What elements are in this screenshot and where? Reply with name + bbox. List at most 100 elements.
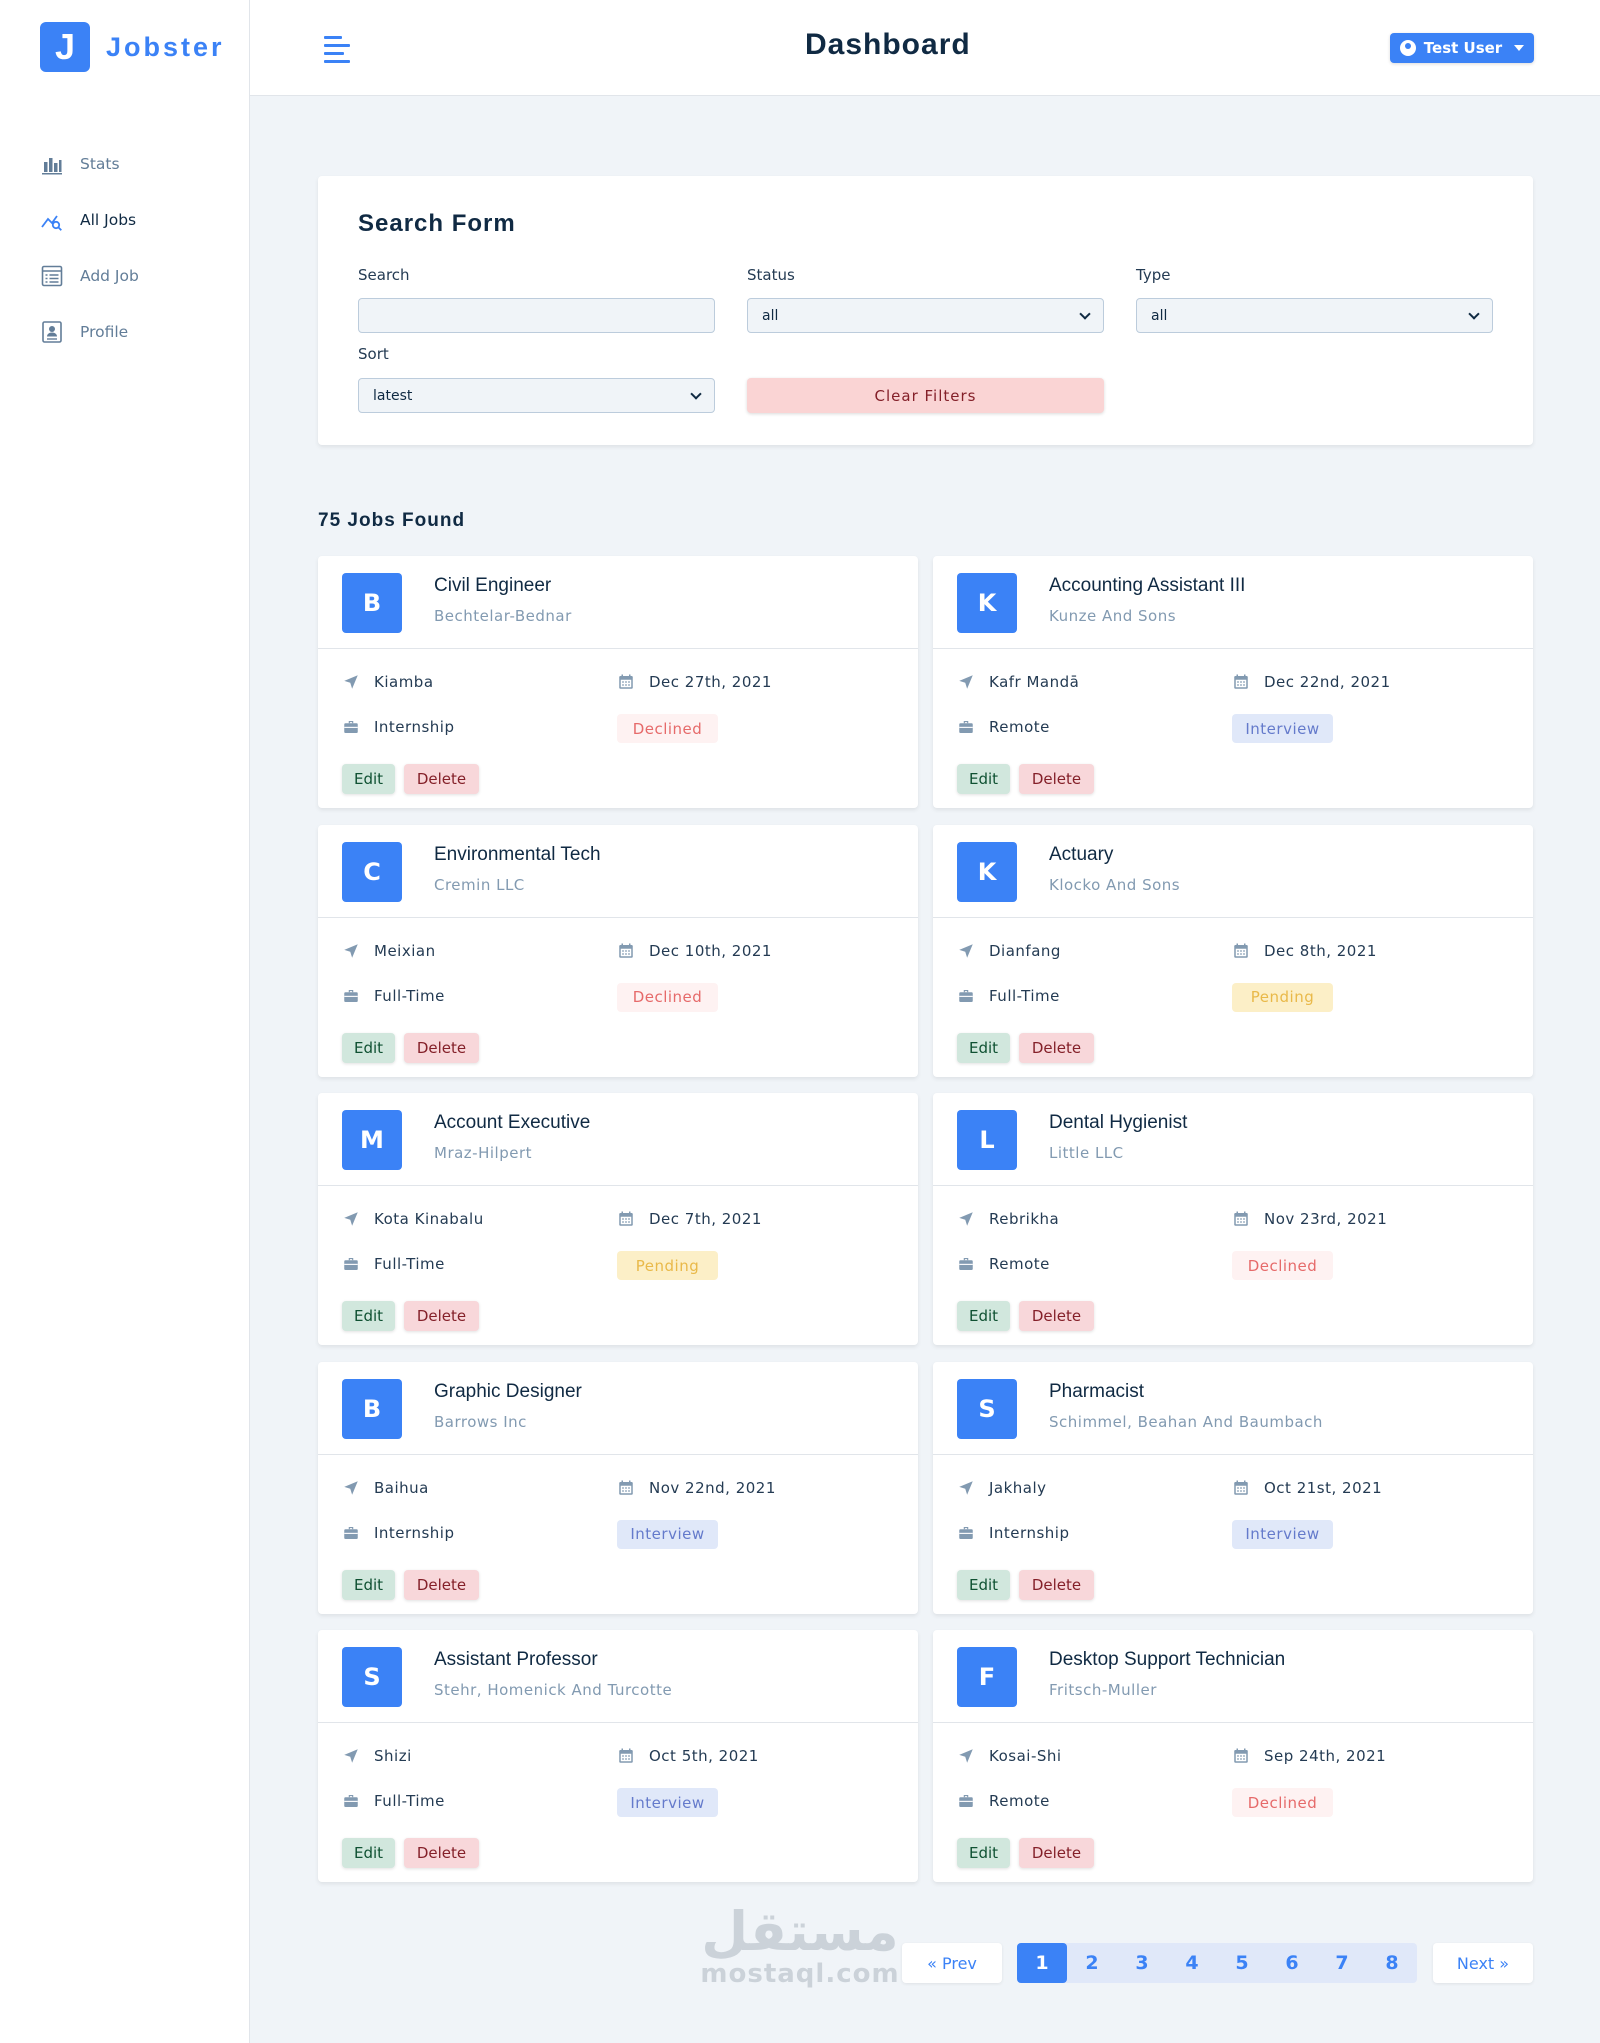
edit-button[interactable]: Edit xyxy=(957,1301,1010,1331)
delete-button[interactable]: Delete xyxy=(1019,1838,1094,1868)
status-label: Status xyxy=(747,266,795,284)
briefcase-icon xyxy=(344,721,358,733)
job-location-text: Kiamba xyxy=(374,673,434,691)
edit-button[interactable]: Edit xyxy=(342,1569,395,1600)
job-type-text: Internship xyxy=(374,718,455,736)
job-type: Remote xyxy=(957,718,1050,736)
page-button[interactable]: 5 xyxy=(1217,1943,1267,1983)
job-date-text: Nov 23rd, 2021 xyxy=(1264,1210,1388,1228)
sidebar-item-stats[interactable]: Stats xyxy=(40,136,139,192)
job-date: Nov 22nd, 2021 xyxy=(617,1479,776,1497)
logo[interactable]: J Jobster xyxy=(40,22,225,72)
briefcase-icon xyxy=(959,1795,973,1807)
job-avatar: M xyxy=(342,1110,402,1170)
job-location-text: Baihua xyxy=(374,1478,429,1497)
location-arrow-icon xyxy=(344,943,358,958)
sidebar-item-profile[interactable]: Profile xyxy=(40,304,139,360)
page-button[interactable]: 4 xyxy=(1167,1943,1217,1983)
delete-button[interactable]: Delete xyxy=(404,1569,479,1600)
page-button[interactable]: 6 xyxy=(1267,1943,1317,1983)
delete-button[interactable]: Delete xyxy=(1019,1569,1094,1600)
job-type-text: Remote xyxy=(989,718,1050,736)
job-type-text: Full-Time xyxy=(374,1792,445,1810)
job-date: Dec 27th, 2021 xyxy=(617,673,772,691)
location-arrow-icon xyxy=(344,675,358,689)
delete-button[interactable]: Delete xyxy=(1019,764,1094,794)
edit-button[interactable]: Edit xyxy=(342,1032,395,1063)
type-select[interactable]: all xyxy=(1136,298,1493,333)
status-badge: Interview xyxy=(617,1519,718,1549)
job-type-text: Full-Time xyxy=(374,1255,445,1273)
status-badge: Declined xyxy=(617,714,718,743)
job-type-text: Remote xyxy=(989,1792,1050,1810)
sidebar-toggle-button[interactable] xyxy=(324,36,352,63)
calendar-icon xyxy=(619,1211,633,1226)
user-name: Test User xyxy=(1423,39,1503,57)
chevron-down-icon xyxy=(690,387,702,400)
job-position: Account Executive xyxy=(434,1112,591,1133)
page-title: Dashboard xyxy=(805,28,971,61)
job-company: Little LLC xyxy=(1049,1144,1124,1162)
briefcase-icon xyxy=(344,1526,358,1539)
job-location: Meixian xyxy=(342,942,436,960)
edit-button[interactable]: Edit xyxy=(342,1301,395,1331)
location-arrow-icon xyxy=(959,943,973,958)
sidebar-item-label: Add Job xyxy=(80,267,139,285)
prev-page-button[interactable]: « Prev xyxy=(902,1943,1002,1983)
page-button[interactable]: 3 xyxy=(1117,1943,1167,1983)
briefcase-icon xyxy=(344,989,358,1002)
search-input[interactable] xyxy=(358,298,715,333)
sidebar-item-add-job[interactable]: Add Job xyxy=(40,248,139,304)
search-form-title: Search Form xyxy=(358,210,516,237)
watermark-arabic: مستقل xyxy=(701,1900,899,1963)
job-position: Graphic Designer xyxy=(434,1380,582,1402)
delete-button[interactable]: Delete xyxy=(404,1301,479,1331)
page-button[interactable]: 7 xyxy=(1317,1943,1367,1983)
job-date-text: Sep 24th, 2021 xyxy=(1264,1747,1387,1765)
delete-button[interactable]: Delete xyxy=(404,1838,479,1868)
status-badge: Pending xyxy=(617,1251,718,1280)
calendar-icon xyxy=(619,1480,633,1495)
delete-button[interactable]: Delete xyxy=(404,1032,479,1063)
edit-button[interactable]: Edit xyxy=(342,1838,395,1868)
job-type-text: Internship xyxy=(374,1523,455,1542)
job-card: C Environmental Tech Cremin LLC Meixian Dec … xyxy=(318,824,918,1077)
job-avatar: L xyxy=(957,1110,1017,1170)
search-label: Search xyxy=(358,266,410,284)
delete-button[interactable]: Delete xyxy=(1019,1032,1094,1063)
status-badge: Declined xyxy=(1232,1251,1333,1280)
page-button[interactable]: 8 xyxy=(1367,1943,1417,1983)
sort-select[interactable]: latest xyxy=(358,378,715,413)
location-arrow-icon xyxy=(959,1480,973,1495)
sidebar-item-all-jobs[interactable]: All Jobs xyxy=(40,192,139,248)
chevron-down-icon xyxy=(1079,307,1091,320)
sidebar-item-label: Stats xyxy=(80,155,120,173)
delete-button[interactable]: Delete xyxy=(404,764,479,794)
job-location-text: Kafr Mandā xyxy=(989,673,1080,691)
job-date: Dec 22nd, 2021 xyxy=(1232,673,1391,691)
user-menu-button[interactable]: Test User xyxy=(1390,33,1534,63)
query-stats-icon xyxy=(41,215,62,231)
job-card: F Desktop Support Technician Fritsch-Mulle… xyxy=(933,1630,1533,1882)
job-avatar: B xyxy=(342,573,402,633)
status-badge: Pending xyxy=(1232,982,1333,1012)
clear-filters-button[interactable]: Clear Filters xyxy=(747,378,1104,413)
edit-button[interactable]: Edit xyxy=(957,1032,1010,1063)
next-page-button[interactable]: Next » xyxy=(1433,1943,1533,1983)
divider xyxy=(318,648,918,649)
calendar-icon xyxy=(619,674,633,689)
edit-button[interactable]: Edit xyxy=(957,1569,1010,1600)
status-select[interactable]: all xyxy=(747,298,1104,333)
location-arrow-icon xyxy=(344,1212,358,1226)
edit-button[interactable]: Edit xyxy=(957,764,1010,794)
page-button[interactable]: 2 xyxy=(1067,1943,1117,1983)
edit-button[interactable]: Edit xyxy=(957,1838,1010,1868)
job-card: B Graphic Designer Barrows Inc Baihua Nov 22… xyxy=(318,1361,918,1614)
edit-button[interactable]: Edit xyxy=(342,764,395,794)
delete-button[interactable]: Delete xyxy=(1019,1301,1094,1331)
page-button[interactable]: 1 xyxy=(1017,1943,1067,1983)
divider xyxy=(933,1453,1533,1455)
job-card: B Civil Engineer Bechtelar-Bednar Kiamba Dec… xyxy=(318,556,918,808)
job-type: Full-Time xyxy=(342,1255,445,1273)
job-date: Oct 21st, 2021 xyxy=(1232,1479,1382,1497)
